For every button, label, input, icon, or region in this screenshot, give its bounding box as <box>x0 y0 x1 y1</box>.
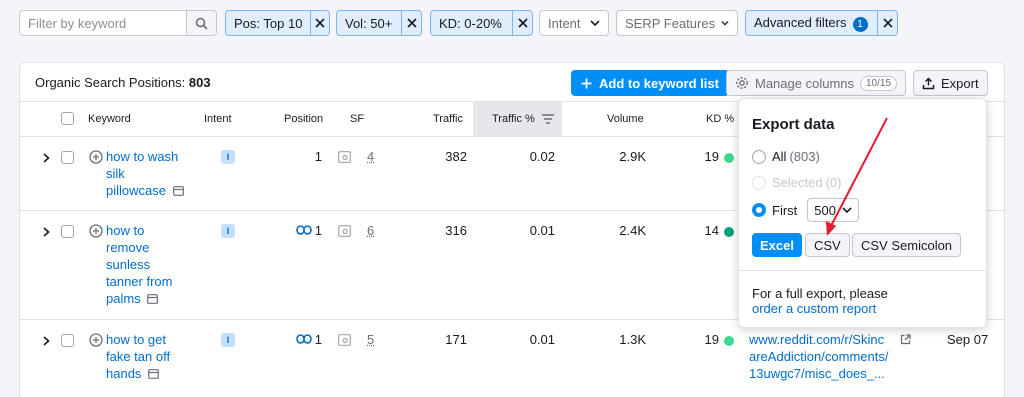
annotation-arrow <box>826 117 888 236</box>
